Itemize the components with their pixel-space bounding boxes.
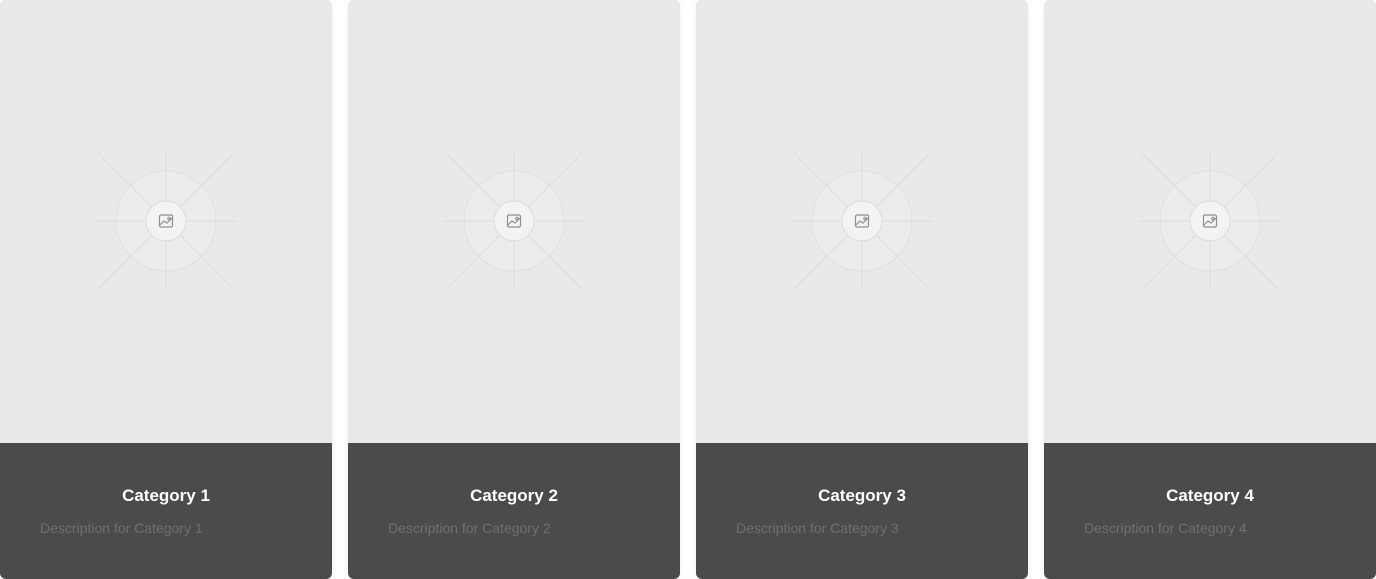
card-title: Category 4 <box>1166 486 1254 505</box>
card-footer: Category 1 Description for Category 1 <box>0 443 332 579</box>
card-title: Category 1 <box>122 486 210 505</box>
category-card-4[interactable]: Category 4 Description for Category 4 <box>1044 0 1376 579</box>
category-card-1[interactable]: Category 1 Description for Category 1 <box>0 0 332 579</box>
card-image-area <box>348 0 680 443</box>
card-title: Category 3 <box>818 486 906 505</box>
image-placeholder-icon <box>792 151 932 291</box>
image-placeholder-icon <box>444 151 584 291</box>
card-description: Description for Category 2 <box>388 520 551 536</box>
card-image-area <box>1044 0 1376 443</box>
category-card-2[interactable]: Category 2 Description for Category 2 <box>348 0 680 579</box>
card-image-area <box>0 0 332 443</box>
card-footer: Category 4 Description for Category 4 <box>1044 443 1376 579</box>
image-placeholder-icon <box>96 151 236 291</box>
category-card-3[interactable]: Category 3 Description for Category 3 <box>696 0 1028 579</box>
card-description: Description for Category 4 <box>1084 520 1247 536</box>
card-footer: Category 2 Description for Category 2 <box>348 443 680 579</box>
category-grid: Category 1 Description for Category 1 Ca… <box>0 0 1376 579</box>
card-image-area <box>696 0 1028 443</box>
card-description: Description for Category 3 <box>736 520 899 536</box>
image-placeholder-icon <box>1140 151 1280 291</box>
card-footer: Category 3 Description for Category 3 <box>696 443 1028 579</box>
card-description: Description for Category 1 <box>40 520 203 536</box>
card-title: Category 2 <box>470 486 558 505</box>
